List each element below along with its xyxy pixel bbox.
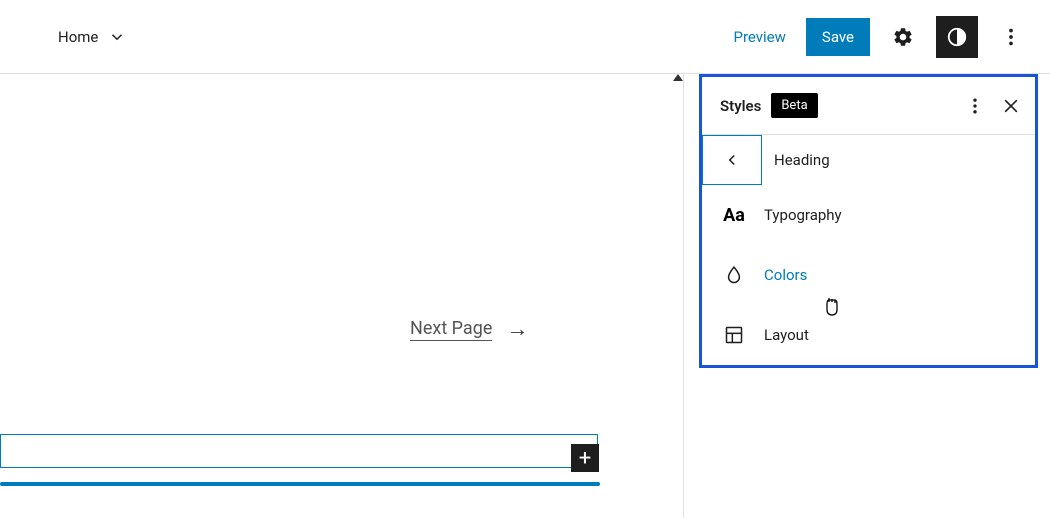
- scroll-indicator-icon: [673, 74, 683, 81]
- gear-icon: [892, 26, 914, 48]
- panel-title-group: Styles Beta: [720, 93, 818, 118]
- panel-header: Styles Beta: [702, 77, 1035, 135]
- heading-label: Heading: [774, 151, 830, 169]
- typography-item[interactable]: Aa Typography: [702, 185, 1035, 245]
- more-menu-button[interactable]: [990, 16, 1032, 58]
- arrow-right-icon: →: [506, 316, 528, 342]
- back-button[interactable]: [702, 135, 762, 185]
- selected-block-outline[interactable]: [0, 434, 598, 468]
- colors-label: Colors: [764, 266, 807, 284]
- editor-canvas[interactable]: Next Page → +: [0, 74, 683, 518]
- colors-item[interactable]: Colors: [702, 245, 1035, 305]
- preview-link[interactable]: Preview: [726, 20, 794, 54]
- next-page-label: Next Page: [410, 318, 492, 341]
- layout-label: Layout: [764, 326, 809, 344]
- insertion-indicator: [0, 482, 600, 486]
- panel-title: Styles: [720, 97, 761, 115]
- more-vertical-icon[interactable]: [965, 96, 985, 116]
- beta-badge: Beta: [771, 93, 817, 118]
- more-vertical-icon: [1000, 26, 1022, 48]
- styles-panel: Styles Beta Heading Aa Typography Colors…: [699, 74, 1038, 368]
- layout-icon: [722, 325, 746, 345]
- home-dropdown[interactable]: Home: [58, 28, 126, 46]
- panel-divider: [683, 74, 684, 518]
- chevron-down-icon: [108, 28, 126, 46]
- close-button[interactable]: [1001, 96, 1021, 116]
- typography-label: Typography: [764, 206, 842, 224]
- next-page-link[interactable]: Next Page →: [410, 316, 528, 342]
- add-block-button[interactable]: +: [571, 444, 599, 472]
- heading-row: Heading: [702, 135, 1035, 185]
- drop-icon: [722, 265, 746, 285]
- toolbar-actions: Preview Save: [726, 16, 1033, 58]
- layout-item[interactable]: Layout: [702, 305, 1035, 365]
- save-button[interactable]: Save: [806, 18, 870, 56]
- styles-toggle-button[interactable]: [936, 16, 978, 58]
- plus-icon: +: [579, 446, 591, 471]
- chevron-left-icon: [723, 151, 741, 169]
- typography-icon: Aa: [722, 205, 746, 226]
- top-toolbar: Home Preview Save: [0, 0, 1050, 74]
- settings-button[interactable]: [882, 16, 924, 58]
- panel-header-actions: [965, 96, 1021, 116]
- half-circle-icon: [946, 26, 968, 48]
- home-label: Home: [58, 28, 98, 46]
